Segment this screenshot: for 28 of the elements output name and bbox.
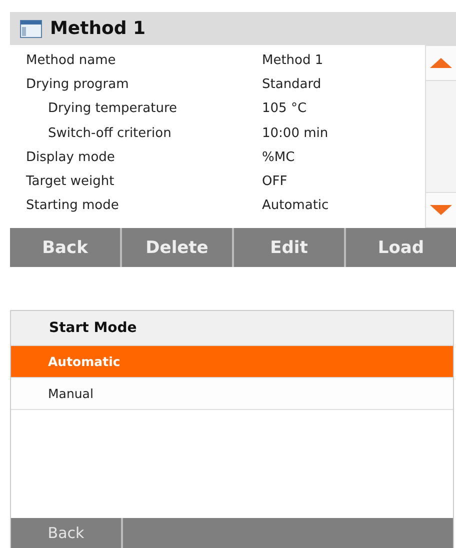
setting-label: Display mode [26,150,116,165]
setting-row[interactable]: Switch-off criterion 10:00 min [26,120,425,146]
setting-value: Method 1 [262,52,324,68]
setting-label: Starting mode [26,198,120,214]
setting-row[interactable]: Starting mode Automatic [26,194,425,218]
scroll-down-button[interactable] [426,192,456,228]
setting-value: 10:00 min [262,126,330,141]
down-arrow-icon [430,205,452,215]
setting-value: Automatic [262,198,330,214]
setting-label: Drying temperature [47,101,178,116]
setting-label: Method name [26,52,117,68]
setting-value: OFF [262,174,288,190]
setting-row[interactable]: Display mode %MC [26,145,425,170]
list-title: Start Mode [49,320,137,336]
scroll-up-button[interactable] [426,45,456,81]
window-title: Method 1 [50,18,146,39]
setting-value: 105 °C [262,101,308,116]
setting-label: Switch-off criterion [47,126,172,141]
setting-row[interactable]: Method name Method 1 [26,48,425,72]
window-icon [20,20,42,38]
setting-row[interactable]: Drying program Standard [26,72,425,97]
setting-row[interactable]: Target weight OFF [26,169,425,194]
setting-value: %MC [262,150,296,165]
setting-row[interactable]: Drying temperature 105 °C [26,96,425,121]
setting-value: Standard [262,76,322,92]
setting-label: Drying program [26,76,130,92]
up-arrow-icon [430,58,452,68]
setting-label: Target weight [26,174,116,190]
